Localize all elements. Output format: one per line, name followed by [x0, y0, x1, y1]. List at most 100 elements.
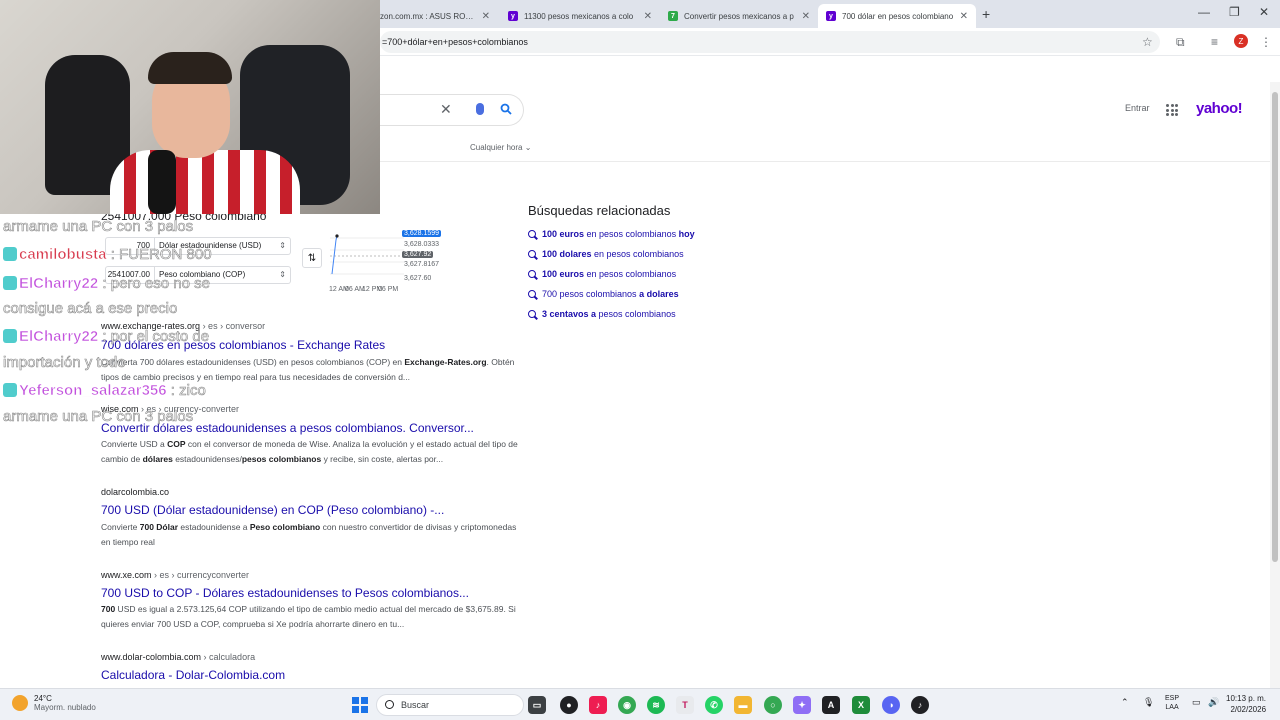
tiktok-icon[interactable]: ♪: [589, 696, 607, 714]
snippet-text: Convierte USD a: [101, 439, 168, 449]
tab-yahoo-mxn[interactable]: y 11300 pesos mexicanos a colo ✕: [500, 4, 660, 28]
page-scrollbar[interactable]: [1270, 82, 1280, 688]
tab-title: Convertir pesos mexicanos a p: [684, 11, 794, 21]
close-window-icon[interactable]: ✕: [1259, 5, 1269, 19]
result-title-link[interactable]: 700 USD (Dólar estadounidense) en COP (P…: [101, 503, 444, 517]
scrollbar-thumb[interactable]: [1272, 92, 1278, 562]
profile-avatar[interactable]: Z: [1234, 34, 1248, 48]
tab-convertir[interactable]: 7 Convertir pesos mexicanos a p ✕: [660, 4, 818, 28]
menu-kebab-icon[interactable]: ⋮: [1260, 35, 1272, 49]
spotify-icon[interactable]: ≋: [647, 696, 665, 714]
reading-list-icon[interactable]: ≡: [1211, 35, 1218, 49]
new-tab-button[interactable]: +: [982, 6, 990, 22]
network-icon[interactable]: ▭: [1192, 697, 1201, 708]
time-filter-dropdown[interactable]: Cualquier hora ⌄: [470, 143, 531, 152]
clock-time: 10:13 p. m.: [1226, 694, 1267, 703]
related-search-link[interactable]: 3 centavos a pesos colombianos: [528, 309, 676, 319]
sign-in-link[interactable]: Entrar: [1125, 103, 1150, 113]
show-hidden-icons-icon[interactable]: ⌃: [1121, 697, 1129, 708]
result-title-link[interactable]: 700 USD to COP - Dólares estadounidenses…: [101, 586, 469, 600]
related-highlight: 100 dolares: [542, 249, 592, 259]
snippet-text: estadounidenses/: [172, 454, 242, 464]
weather-widget[interactable]: 24°C Mayorm. nublado: [12, 694, 96, 712]
chat-username: ElCharry22: [19, 328, 103, 346]
chat-message: : por el costo de: [102, 328, 210, 346]
related-text: en pesos colombianos: [584, 229, 679, 239]
chrome-icon[interactable]: ◉: [618, 696, 636, 714]
apps-grid-icon[interactable]: [1166, 104, 1178, 116]
result-title-link[interactable]: Calculadora - Dolar-Colombia.com: [101, 668, 285, 682]
restore-icon[interactable]: ❐: [1229, 5, 1240, 19]
chart-label-high: 3,628.1599: [402, 230, 442, 237]
chat-message: : pero eso no se: [102, 275, 210, 293]
chat-badge-icon: [3, 276, 17, 290]
system-clock[interactable]: 10:13 p. m. 2/02/2026: [1226, 693, 1266, 715]
task-view-icon[interactable]: ▭: [528, 696, 546, 714]
epic-games-icon[interactable]: A: [822, 696, 840, 714]
close-tab-icon[interactable]: ✕: [644, 11, 652, 22]
tiktok-live-icon[interactable]: ♪: [911, 696, 929, 714]
app-icon[interactable]: ○: [764, 696, 782, 714]
result-url[interactable]: www.xe.com › es › currencyconverter: [101, 570, 249, 580]
chat-message: importación y todo: [3, 354, 126, 372]
search-icon: [385, 700, 394, 709]
snippet-highlight: 700 Dólar: [139, 522, 179, 532]
result-url[interactable]: dolarcolombia.co: [101, 487, 169, 497]
yahoo-logo[interactable]: yahoo!: [1196, 100, 1243, 117]
yahoo-favicon-icon: y: [508, 11, 518, 21]
microphone-icon[interactable]: [476, 103, 484, 115]
whatsapp-icon[interactable]: ✆: [705, 696, 723, 714]
clear-search-icon[interactable]: ✕: [440, 101, 452, 118]
windows-start-icon[interactable]: [352, 697, 368, 713]
chat-badge-icon: [3, 247, 17, 261]
tab-yahoo-active[interactable]: y 700 dólar en pesos colombiano ✕: [818, 4, 976, 28]
chat-line: Yeferson_salazar356 : zico: [3, 382, 206, 399]
tab-title: 700 dólar en pesos colombiano: [842, 11, 954, 21]
webcam-overlay: [0, 0, 380, 214]
volume-icon[interactable]: 🔊: [1208, 697, 1219, 708]
snippet-highlight: 700: [101, 604, 116, 614]
minimize-icon[interactable]: —: [1198, 5, 1210, 19]
search-box[interactable]: ✕: [380, 94, 524, 126]
chat-username: Yeferson_salazar356: [19, 382, 171, 400]
related-highlight: 3 centavos a: [542, 309, 597, 319]
related-search-link[interactable]: 100 euros en pesos colombianos hoy: [528, 229, 695, 239]
result-url[interactable]: www.dolar-colombia.com › calculadora: [101, 652, 255, 662]
chat-line: armame una PC con 3 palos: [3, 218, 194, 236]
chat-message: consigue acá a ese precio: [3, 300, 178, 318]
microphone-tray-icon[interactable]: 🎙: [1143, 697, 1154, 708]
close-tab-icon[interactable]: ✕: [802, 11, 810, 22]
close-tab-icon[interactable]: ✕: [482, 11, 490, 22]
address-bar[interactable]: =700+dólar+en+pesos+colombianos: [380, 31, 1160, 53]
streamer-hair: [148, 52, 232, 84]
related-text: pesos colombianos: [596, 309, 676, 319]
related-search-link[interactable]: 700 pesos colombianos a dolares: [528, 289, 679, 299]
discord-icon[interactable]: ◑: [882, 696, 900, 714]
chevron-down-icon: ⌄: [524, 143, 532, 152]
bookmark-star-icon[interactable]: ☆: [1142, 35, 1153, 49]
game-launcher-icon[interactable]: ✦: [793, 696, 811, 714]
snippet-text: y recibe, sin coste, alertas por...: [321, 454, 444, 464]
tab-amazon[interactable]: zon.com.mx : ASUS ROG St ✕: [372, 4, 498, 28]
obs-icon[interactable]: ●: [560, 696, 578, 714]
close-tab-icon[interactable]: ✕: [960, 11, 968, 22]
snippet-highlight: dólares: [142, 454, 173, 464]
chat-message: : FUERON 800: [110, 246, 212, 264]
chat-line: camilobusta : FUERON 800: [3, 246, 212, 263]
chat-message: armame una PC con 3 palos: [3, 408, 194, 426]
chart-label-low: 3,627.60: [404, 275, 432, 282]
chat-username: camilobusta: [19, 246, 111, 264]
extensions-icon[interactable]: ⧉: [1176, 35, 1185, 50]
time-filter-label: Cualquier hora: [470, 143, 523, 152]
language-indicator[interactable]: ESP LAA: [1165, 694, 1179, 712]
search-icon[interactable]: [500, 103, 512, 115]
file-explorer-icon[interactable]: ▬: [734, 696, 752, 714]
related-search-link[interactable]: 100 euros en pesos colombianos: [528, 269, 676, 279]
typora-icon[interactable]: T: [676, 696, 694, 714]
related-search-link[interactable]: 100 dolares en pesos colombianos: [528, 249, 684, 259]
swap-currencies-button[interactable]: ⇅: [302, 248, 322, 268]
taskbar-search[interactable]: Buscar: [376, 694, 524, 716]
excel-icon[interactable]: X: [852, 696, 870, 714]
related-highlight: hoy: [678, 229, 695, 239]
result-snippet: Convierta 700 dólares estadounidenses (U…: [101, 355, 521, 385]
